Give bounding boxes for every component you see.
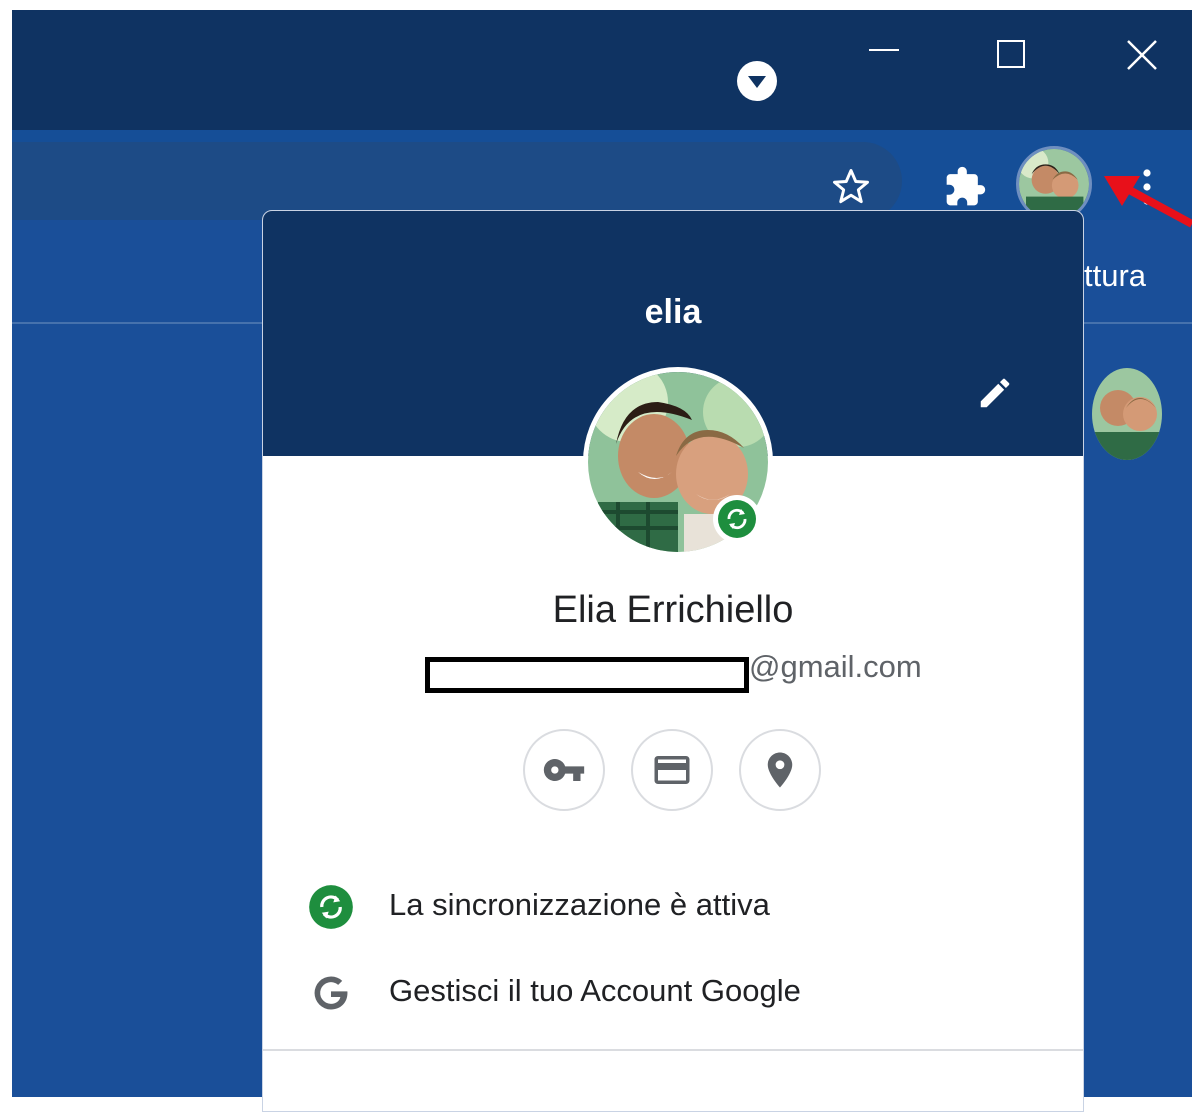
sync-badge (713, 495, 761, 543)
manage-account-label: Gestisci il tuo Account Google (389, 973, 801, 1008)
account-full-name: Elia Errichiello (552, 589, 794, 631)
sync-status-row[interactable]: La sincronizzazione è attiva (263, 871, 1083, 941)
close-button[interactable] (1112, 30, 1172, 80)
page-partial-text: ttura (1084, 258, 1147, 293)
sync-icon (718, 500, 756, 538)
bookmark-button[interactable] (824, 160, 878, 214)
tab-search-button[interactable] (734, 58, 780, 104)
profile-avatar (1019, 149, 1089, 219)
edit-profile-button[interactable] (973, 371, 1017, 415)
profile-name: elia (644, 293, 702, 331)
puzzle-icon (946, 166, 986, 206)
dropdown-circle-icon (737, 61, 777, 101)
close-icon (1127, 40, 1157, 70)
credit-card-icon (654, 756, 690, 784)
page-avatar (1092, 368, 1162, 460)
toolbar (12, 130, 1192, 222)
sync-status-icon (307, 883, 355, 931)
profile-menu: elia Elia Errichiello @gmail.com La sinc… (262, 210, 1084, 1112)
manage-account-row[interactable]: Gestisci il tuo Account Google (263, 957, 1083, 1027)
location-pin-icon (767, 752, 793, 788)
google-g-icon (307, 969, 355, 1017)
address-bar[interactable] (12, 142, 902, 220)
minimize-button[interactable] (854, 30, 914, 80)
annotation-arrow (1104, 176, 1192, 228)
title-bar (12, 10, 1192, 130)
key-icon (543, 759, 585, 781)
passwords-button[interactable] (523, 729, 605, 811)
addresses-button[interactable] (739, 729, 821, 811)
extensions-button[interactable] (938, 160, 992, 214)
minimize-icon (869, 49, 899, 51)
account-email: @gmail.com (749, 649, 922, 684)
sync-status-label: La sincronizzazione è attiva (389, 887, 770, 922)
payment-methods-button[interactable] (631, 729, 713, 811)
star-icon (833, 169, 869, 204)
maximize-icon (997, 40, 1025, 68)
maximize-button[interactable] (982, 30, 1042, 80)
menu-divider (263, 1049, 1083, 1051)
pencil-icon (980, 378, 1010, 408)
email-redaction-box (425, 657, 749, 693)
